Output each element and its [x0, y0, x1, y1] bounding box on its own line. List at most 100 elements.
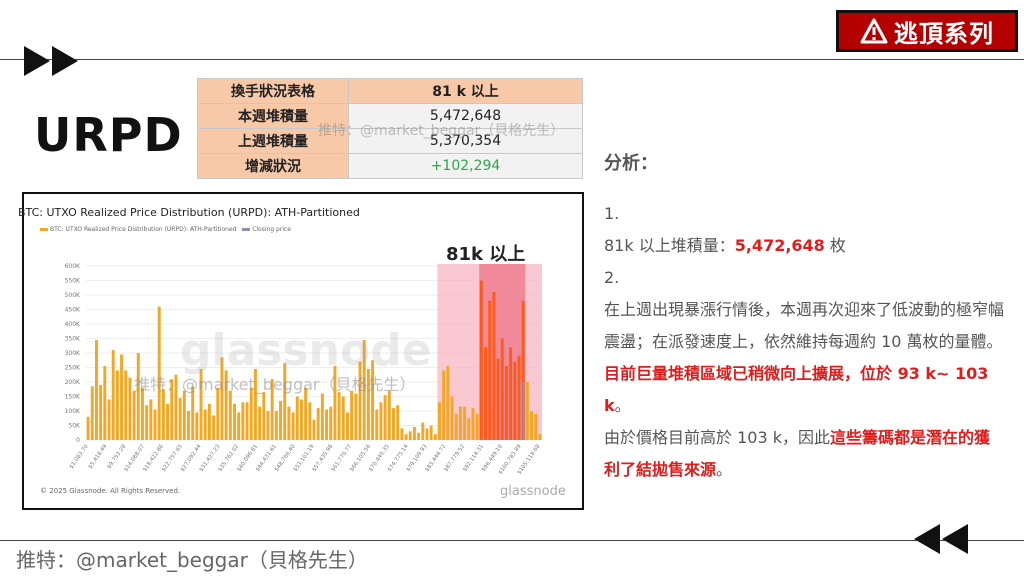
y-tick-label: 100K [65, 408, 81, 415]
bar [525, 382, 529, 440]
bar [266, 411, 270, 440]
bar [454, 413, 458, 440]
bar [392, 408, 395, 440]
y-tick-label: 500K [65, 292, 81, 299]
bar [530, 411, 534, 440]
analysis-item-1-suffix: 枚 [824, 236, 846, 255]
bar [287, 406, 291, 440]
bar [350, 390, 354, 440]
table-row-value: +102,294 [348, 153, 583, 179]
y-tick-label: 450K [65, 307, 81, 314]
analysis-item-1-value: 5,472,648 [734, 236, 825, 255]
bar [153, 409, 157, 440]
bar [115, 370, 119, 440]
warning-icon [860, 18, 888, 44]
bar [479, 280, 483, 440]
bar [438, 402, 441, 440]
bar [207, 403, 211, 440]
y-tick-label: 300K [65, 350, 81, 357]
bar [141, 387, 144, 440]
analysis-panel: 分析： 1. 81k 以上堆積量：5,472,648 枚 2. 在上週出現暴漲行… [604, 148, 1004, 486]
analysis-item-3-end: 。 [716, 460, 733, 479]
bar [299, 399, 303, 440]
bar [504, 366, 508, 440]
bar [500, 338, 504, 440]
bar [325, 409, 329, 440]
bar [258, 406, 262, 440]
bar [249, 387, 253, 440]
bar [291, 412, 295, 440]
bar [161, 389, 165, 440]
bar [149, 399, 153, 440]
bar [111, 350, 115, 440]
analysis-item-2-text: 在上週出現暴漲行情後，本週再次迎來了低波動的極窄幅震盪；在派發速度上，依然維持每… [604, 300, 1005, 351]
bar [245, 402, 249, 440]
bar [132, 390, 136, 440]
bar [509, 347, 513, 440]
table-header-row: 換手狀況表格 81 k 以上 [197, 78, 583, 104]
bar [262, 392, 266, 440]
bar [304, 387, 308, 440]
bar [228, 390, 232, 440]
bar [124, 370, 128, 440]
bar [329, 406, 333, 440]
bar [312, 419, 316, 440]
watermark-glassnode: glassnode [180, 325, 432, 376]
bar [316, 408, 320, 440]
bar [387, 390, 391, 440]
chart-brand: glassnode [500, 484, 566, 499]
analysis-item-2-number: 2. [604, 268, 620, 287]
bar [484, 347, 487, 440]
bar [341, 396, 345, 440]
y-tick-label: 50K [68, 423, 81, 430]
bar [241, 402, 245, 440]
y-tick-label: 200K [65, 379, 81, 386]
bar [203, 409, 207, 440]
bar [458, 406, 462, 440]
analysis-item-1-number: 1. [604, 204, 620, 223]
bar [187, 411, 190, 440]
bar [488, 300, 492, 440]
bar [86, 416, 90, 440]
back-arrows-icon [914, 524, 968, 554]
chart-legend: BTC: UTXO Realized Price Distribution (U… [40, 226, 291, 233]
bar [513, 361, 517, 440]
bar [517, 355, 521, 440]
bar [475, 413, 479, 440]
analysis-item-2: 在上週出現暴漲行情後，本週再次迎來了低波動的極窄幅震盪；在派發速度上，依然維持每… [604, 294, 1004, 422]
bar [216, 387, 220, 440]
watermark-table: 推特：@market_beggar（貝格先生） [318, 123, 565, 139]
analysis-item-2-highlight: 目前巨量堆積區域已稍微向上擴展，位於 93 k~ 103 k [604, 364, 989, 415]
bar [450, 396, 454, 440]
bar [467, 418, 471, 440]
bar [195, 412, 199, 440]
bar [404, 434, 408, 440]
bar [383, 395, 387, 440]
bar [492, 292, 496, 440]
table-row-label: 增減狀況 [197, 153, 349, 179]
badge-text: 逃頂系列 [894, 19, 994, 48]
y-tick-label: 400K [65, 321, 81, 328]
bar [471, 408, 475, 440]
bar [408, 431, 412, 440]
table-row: 增減狀況 +102,294 [197, 153, 583, 179]
bar [274, 411, 278, 440]
bar [136, 353, 140, 440]
bar [442, 370, 446, 440]
bar [279, 400, 282, 440]
bar [120, 354, 124, 440]
legend-series: BTC: UTXO Realized Price Distribution (U… [50, 226, 237, 233]
chart-copyright: © 2025 Glassnode. All Rights Reserved. [40, 487, 181, 495]
y-tick-label: 600K [65, 263, 81, 270]
forward-arrows-icon [24, 46, 78, 76]
bar [233, 403, 236, 440]
y-tick-label: 0 [76, 437, 80, 444]
footer-watermark: 推特：@market_beggar（貝格先生） [16, 548, 368, 572]
bar [178, 397, 182, 440]
table-header-value: 81 k 以上 [348, 78, 583, 104]
bar [320, 393, 324, 440]
analysis-item-1: 81k 以上堆積量：5,472,648 枚 [604, 230, 1004, 262]
series-badge: 逃頂系列 [836, 10, 1018, 52]
analysis-heading: 分析： [604, 153, 658, 174]
bar [166, 403, 170, 440]
